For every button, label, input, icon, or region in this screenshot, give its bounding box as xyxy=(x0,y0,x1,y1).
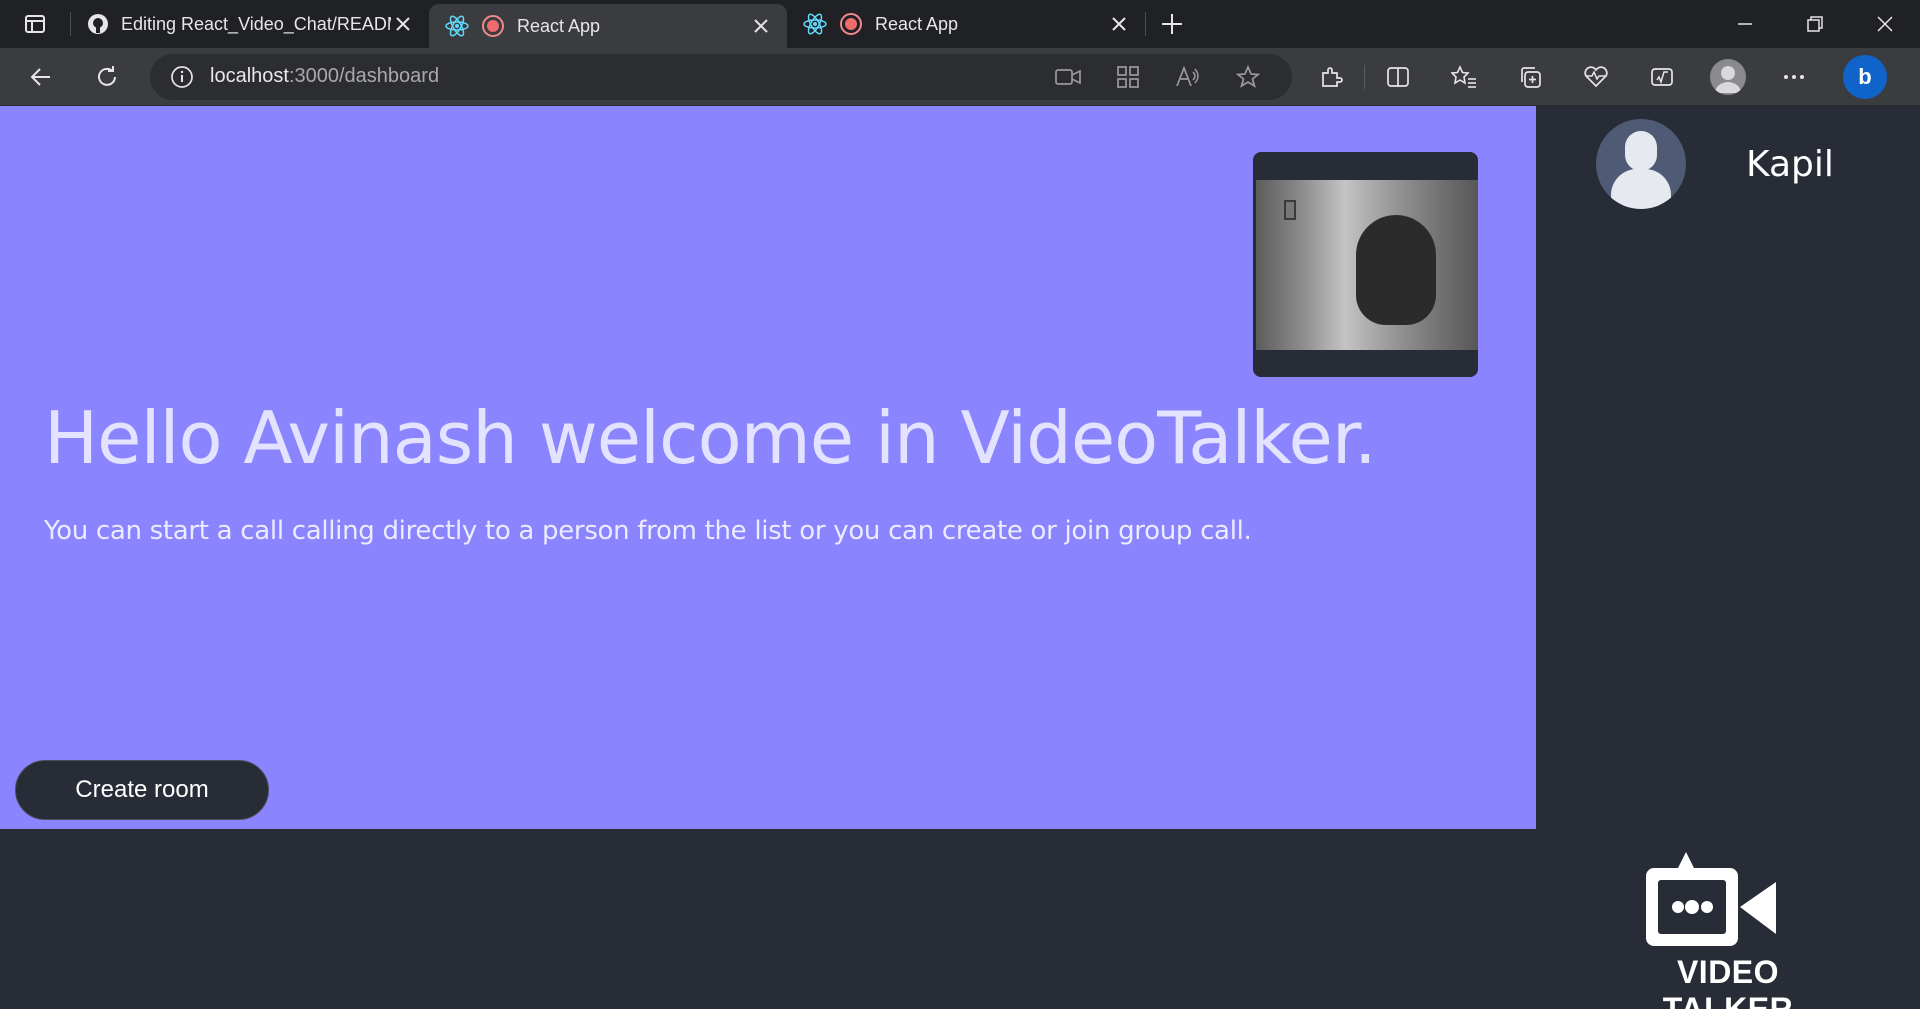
collections-button[interactable] xyxy=(1503,55,1557,99)
avatar xyxy=(1596,119,1686,209)
tab-title: React App xyxy=(517,15,601,36)
puzzle-icon xyxy=(1322,66,1343,87)
tab-react-app[interactable]: React App xyxy=(787,0,1145,48)
tab-close-button[interactable] xyxy=(1107,12,1131,36)
window-controls xyxy=(1710,0,1920,48)
favorites-button[interactable] xyxy=(1437,55,1491,99)
info-icon[interactable] xyxy=(170,65,194,89)
welcome-subtitle: You can start a call calling directly to… xyxy=(44,516,1252,546)
reload-icon xyxy=(98,65,116,86)
active-user-item[interactable]: Kapil xyxy=(1596,118,1896,210)
collections-icon xyxy=(1521,66,1541,88)
minimize-button[interactable] xyxy=(1710,0,1780,48)
back-arrow-icon xyxy=(30,67,50,86)
active-users-sidebar: Kapil xyxy=(1536,106,1920,829)
tab-close-button[interactable] xyxy=(391,12,415,36)
logo-text: VIDEO TALKER xyxy=(1662,954,1794,1027)
profile-button[interactable] xyxy=(1701,55,1755,99)
app-available-button[interactable] xyxy=(1098,57,1158,97)
close-icon xyxy=(754,19,768,33)
split-screen-button[interactable] xyxy=(1371,55,1425,99)
tab-close-button[interactable] xyxy=(749,14,773,38)
github-icon xyxy=(88,14,108,34)
create-room-button[interactable]: Create room xyxy=(15,760,269,820)
more-options-button[interactable] xyxy=(1767,55,1821,99)
profile-avatar xyxy=(1710,58,1746,95)
address-bar[interactable]: localhost:3000/dashboard xyxy=(150,53,1292,100)
extensions-button[interactable] xyxy=(1304,55,1358,99)
more-dots-icon xyxy=(1784,74,1804,79)
bing-icon: b xyxy=(1858,63,1872,89)
close-icon xyxy=(1112,17,1126,31)
heart-pulse-icon xyxy=(1584,65,1608,87)
math-solver-button[interactable] xyxy=(1635,55,1689,99)
wall-frame xyxy=(1284,200,1296,220)
app-container: Hello Avinash welcome in VideoTalker. Yo… xyxy=(0,106,1920,1027)
apps-grid-icon xyxy=(1117,65,1139,88)
user-name: Kapil xyxy=(1746,143,1834,185)
read-aloud-button[interactable] xyxy=(1158,57,1218,97)
tab-react-app-active[interactable]: React App xyxy=(429,4,787,48)
local-video-preview xyxy=(1253,152,1478,377)
browser-tab-bar: Editing React_Video_Chat/READM React App… xyxy=(0,0,1920,48)
video-talker-logo: VIDEO TALKER xyxy=(1612,846,1844,1027)
url-text: localhost:3000/dashboard xyxy=(210,65,1038,88)
add-favorite-button[interactable] xyxy=(1218,57,1278,97)
new-tab-button[interactable] xyxy=(1146,0,1198,48)
restore-icon xyxy=(1807,16,1823,32)
video-chat-logo-icon xyxy=(1646,852,1776,946)
toolbar-divider xyxy=(1364,64,1365,89)
browser-essentials-button[interactable] xyxy=(1569,55,1623,99)
favorites-icon xyxy=(1451,64,1476,88)
close-icon xyxy=(1877,16,1893,32)
plus-icon xyxy=(1162,14,1182,34)
browser-toolbar: localhost:3000/dashboard b xyxy=(0,48,1920,106)
back-button[interactable] xyxy=(14,55,68,99)
avatar-body xyxy=(1611,169,1671,209)
recording-icon xyxy=(482,15,504,37)
url-host: localhost xyxy=(210,65,289,87)
minimize-icon xyxy=(1738,23,1752,25)
tab-title: React App xyxy=(875,13,959,34)
welcome-title: Hello Avinash welcome in VideoTalker. xyxy=(44,396,1377,480)
toolbar-right: b xyxy=(1304,54,1887,99)
close-window-button[interactable] xyxy=(1850,0,1920,48)
camera-feed xyxy=(1256,180,1478,350)
avatar-head xyxy=(1625,131,1657,171)
star-icon xyxy=(1236,64,1260,88)
camera-in-use-button[interactable] xyxy=(1038,57,1098,97)
tab-title: Editing React_Video_Chat/READM xyxy=(121,13,391,34)
video-camera-icon xyxy=(1055,68,1081,85)
react-icon xyxy=(445,15,469,37)
react-icon xyxy=(803,13,827,35)
close-icon xyxy=(396,17,410,31)
bing-copilot-button[interactable]: b xyxy=(1843,54,1887,99)
tab-actions-button[interactable] xyxy=(0,0,70,48)
user-icon xyxy=(1715,65,1741,93)
url-path: :3000/dashboard xyxy=(288,65,440,87)
reload-button[interactable] xyxy=(80,55,134,99)
split-screen-icon xyxy=(1387,66,1409,87)
read-aloud-icon xyxy=(1176,65,1199,86)
person-silhouette xyxy=(1356,215,1436,325)
dashboard-main: Hello Avinash welcome in VideoTalker. Yo… xyxy=(0,106,1536,829)
recording-icon xyxy=(840,13,862,35)
math-solver-icon xyxy=(1651,67,1673,86)
tab-actions-icon xyxy=(25,15,45,33)
restore-button[interactable] xyxy=(1780,0,1850,48)
tab-github[interactable]: Editing React_Video_Chat/READM xyxy=(71,0,429,48)
